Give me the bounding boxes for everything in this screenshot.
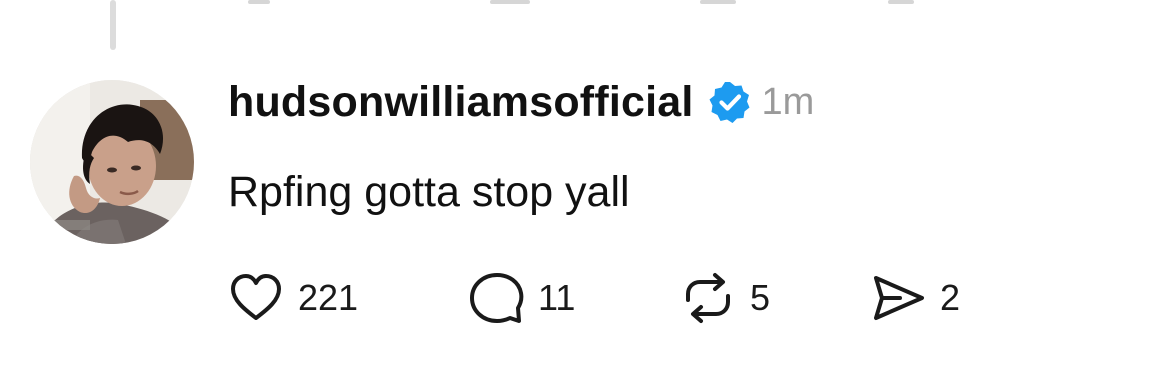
send-icon bbox=[870, 270, 926, 326]
post-timestamp: 1m bbox=[761, 80, 815, 123]
repost-count: 5 bbox=[750, 277, 771, 318]
like-button[interactable]: 221 bbox=[228, 270, 468, 326]
repost-icon bbox=[680, 270, 736, 326]
share-button[interactable]: 2 bbox=[870, 270, 1010, 326]
avatar[interactable] bbox=[30, 80, 194, 244]
comment-count: 11 bbox=[538, 277, 576, 318]
post-actions: 221 11 5 2 bbox=[228, 268, 1010, 328]
like-count: 221 bbox=[298, 277, 359, 318]
avatar-photo bbox=[30, 80, 194, 244]
post-header: hudsonwilliamsofficial 1m bbox=[228, 76, 1128, 128]
verified-badge-icon bbox=[708, 80, 752, 124]
heart-icon bbox=[228, 270, 284, 326]
thread-connector-line bbox=[110, 0, 116, 50]
thread-post: hudsonwilliamsofficial 1m Rpfing gotta s… bbox=[228, 76, 1128, 218]
share-count: 2 bbox=[940, 277, 961, 318]
repost-button[interactable]: 5 bbox=[680, 270, 870, 326]
comment-button[interactable]: 11 bbox=[468, 270, 680, 326]
post-text: Rpfing gotta stop yall bbox=[228, 168, 630, 216]
previous-post-actions-fragment bbox=[0, 0, 1170, 6]
comment-icon bbox=[468, 270, 524, 326]
username[interactable]: hudsonwilliamsofficial bbox=[228, 78, 694, 127]
